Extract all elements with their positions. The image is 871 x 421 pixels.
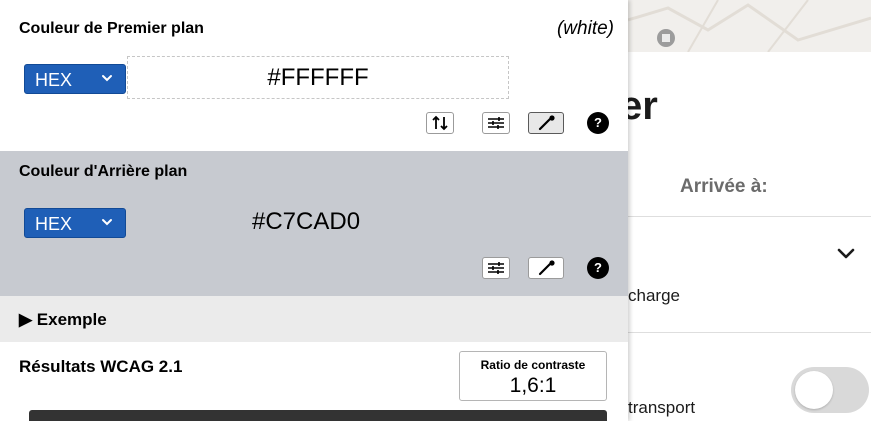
arrival-label: Arrivée à: <box>680 176 768 197</box>
background-format-select[interactable]: HEX <box>24 208 126 238</box>
foreground-color-name: (white) <box>556 18 614 39</box>
chevron-down-icon <box>102 219 112 226</box>
results-title: Résultats WCAG 2.1 <box>19 357 183 376</box>
ratio-value: 1,6:1 <box>509 374 557 397</box>
foreground-color-section: Couleur de Premier plan (white) HEX #FFF… <box>0 0 628 151</box>
example-disclosure[interactable]: ▶ Exemple <box>0 296 628 342</box>
contrast-ratio-box: Ratio de contraste 1,6:1 <box>459 351 607 401</box>
eyedropper-icon <box>538 115 555 131</box>
divider <box>628 332 871 333</box>
divider <box>628 216 871 217</box>
result-preview-bar <box>29 410 607 421</box>
background-eyedropper-button[interactable] <box>528 257 564 279</box>
swap-colors-button[interactable] <box>426 112 454 134</box>
map-thumbnail <box>628 0 871 52</box>
sliders-icon <box>488 262 504 274</box>
help-icon[interactable]: ? <box>587 112 609 134</box>
eyedropper-icon <box>538 260 555 276</box>
chevron-down-icon <box>102 75 112 82</box>
format-value: HEX <box>35 214 73 234</box>
swap-icon <box>432 115 448 131</box>
transport-toggle[interactable] <box>791 367 869 413</box>
foreground-hex-input[interactable]: #FFFFFF <box>127 56 509 99</box>
example-label: ▶ Exemple <box>19 310 107 329</box>
background-title: Couleur d'Arrière plan <box>19 163 188 180</box>
sliders-icon <box>488 117 504 129</box>
background-sliders-button[interactable] <box>482 257 510 279</box>
background-color-section: Couleur d'Arrière plan HEX #C7CAD0 ? <box>0 151 628 296</box>
format-value: HEX <box>35 70 73 90</box>
bg-row-charge: charge <box>628 286 680 305</box>
foreground-eyedropper-button[interactable] <box>528 112 564 134</box>
help-icon[interactable]: ? <box>587 257 609 279</box>
foreground-sliders-button[interactable] <box>482 112 510 134</box>
toggle-knob <box>795 371 833 409</box>
foreground-format-select[interactable]: HEX <box>24 64 126 94</box>
foreground-title: Couleur de Premier plan <box>19 20 204 37</box>
ratio-label: Ratio de contraste <box>480 358 586 372</box>
background-hex-input[interactable]: #C7CAD0 <box>252 208 360 236</box>
bg-row-transport: transport <box>628 398 696 417</box>
contrast-checker-panel: Couleur de Premier plan (white) HEX #FFF… <box>0 0 628 421</box>
chevron-down-icon[interactable] <box>836 244 856 264</box>
